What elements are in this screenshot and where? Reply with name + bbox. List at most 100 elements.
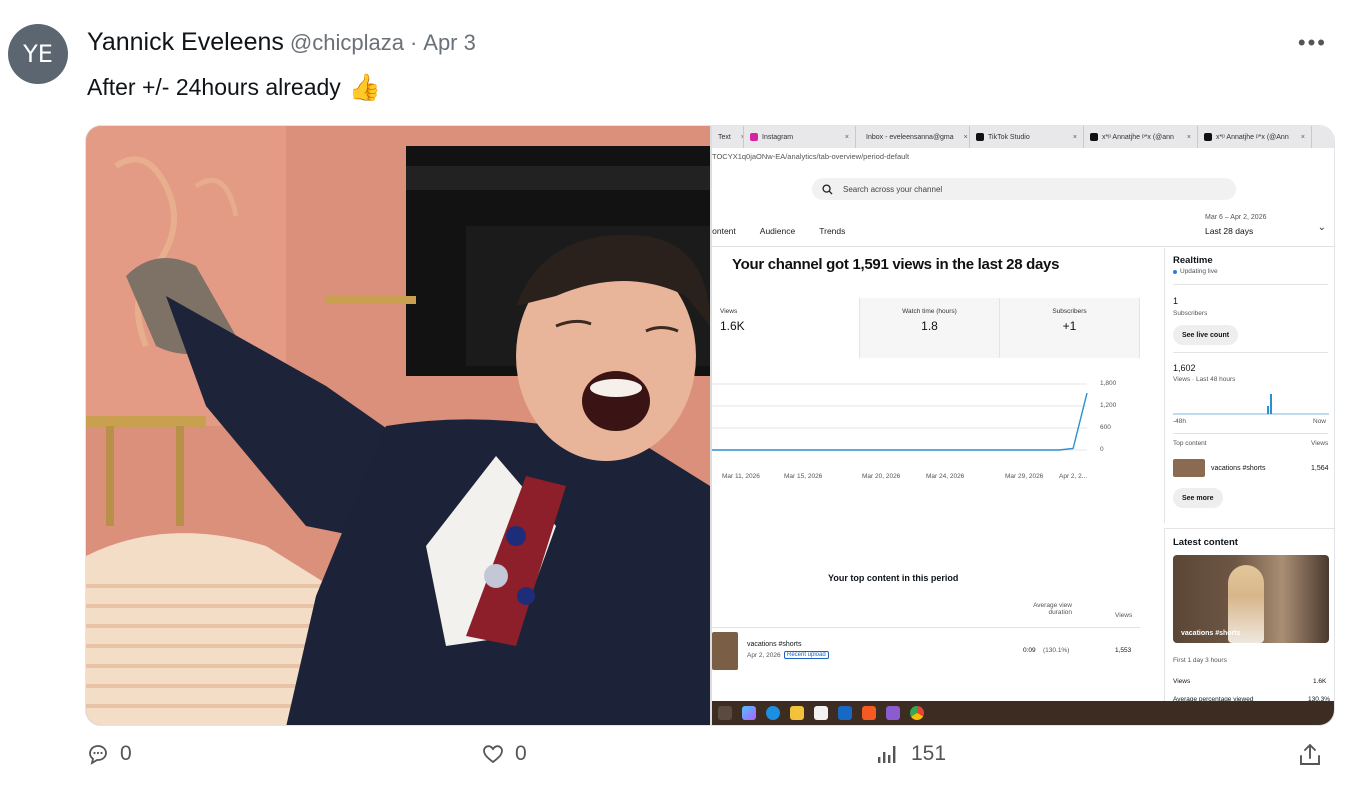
column-views[interactable]: Views <box>1115 612 1132 619</box>
laughing-man-illustration <box>86 126 710 725</box>
heart-icon <box>483 745 503 764</box>
metric-subscribers[interactable]: Subscribers +1 <box>1000 298 1140 358</box>
post-date[interactable]: Apr 3 <box>423 30 476 56</box>
browser-tab[interactable]: TikTok Studio × <box>970 126 1084 148</box>
video-thumbnail[interactable] <box>1173 459 1205 477</box>
close-icon[interactable]: × <box>1295 134 1305 141</box>
realtime-views-label: Views · Last 48 hours <box>1173 376 1236 383</box>
edge-icon[interactable] <box>766 706 780 720</box>
realtime-axis-end: Now <box>1313 418 1327 425</box>
copilot-icon[interactable] <box>742 706 756 720</box>
top-content-section-title: Your top content in this period <box>828 573 959 583</box>
close-icon[interactable]: × <box>839 134 849 141</box>
tab-label: x*ᵖ Annatjhe ᵖ*x (@Ann <box>1216 133 1289 141</box>
search-icon <box>822 183 833 195</box>
tab-label: TikTok Studio <box>988 133 1030 141</box>
file-explorer-icon[interactable] <box>790 706 804 720</box>
address-bar[interactable]: TOCYX1q0jaONw-EA/analytics/tab-overview/… <box>712 152 909 161</box>
divider <box>1173 352 1328 353</box>
tab-audience[interactable]: Audience <box>760 226 795 236</box>
metric-value: +1 <box>1062 319 1077 333</box>
metric-label: Subscribers <box>1052 308 1087 315</box>
live-dot-icon <box>1173 269 1177 274</box>
browser-tab[interactable]: Text × <box>712 126 744 148</box>
views-series-line <box>712 392 1088 451</box>
realtime-axis-start: -48h <box>1173 418 1187 425</box>
tab-label: Instagram <box>762 133 794 141</box>
divider <box>1173 284 1328 285</box>
realtime-bar-chart <box>1173 394 1329 415</box>
y-tick-label: 1,200 <box>1100 402 1117 409</box>
close-icon[interactable]: × <box>1181 134 1191 141</box>
views-line-chart <box>712 383 1088 451</box>
close-icon[interactable]: × <box>1067 134 1077 141</box>
latest-views-label: Views <box>1173 678 1191 685</box>
browser-tab[interactable]: Instagram × <box>744 126 856 148</box>
x-tick-label: Mar 11, 2026 <box>722 473 760 480</box>
close-icon[interactable]: × <box>958 134 968 141</box>
see-live-count-button[interactable]: See live count <box>1173 325 1239 345</box>
tab-content[interactable]: Content <box>712 226 736 236</box>
date-range-picker[interactable]: Last 28 days <box>1205 226 1253 236</box>
chevron-down-icon[interactable]: ⌄ <box>1318 222 1326 233</box>
store-icon[interactable] <box>814 706 828 720</box>
latest-views-value: 1.6K <box>1313 678 1327 685</box>
reply-count: 0 <box>120 742 132 765</box>
analytics-icon <box>878 746 896 763</box>
metric-views[interactable]: Views 1.6K <box>712 298 860 358</box>
avatar[interactable]: YE <box>8 24 68 84</box>
reply-button[interactable]: 0 <box>86 742 132 766</box>
chrome-icon[interactable] <box>910 706 924 720</box>
top-content-views: 1,564 <box>1311 465 1329 472</box>
x-tick-label: Mar 24, 2026 <box>926 473 965 480</box>
tab-label: x*ᵖ Annatjhe ᵖ*x (@ann <box>1102 133 1174 141</box>
metric-label: Views <box>720 308 738 315</box>
laughing-man-gif[interactable] <box>86 126 710 725</box>
media-attachment[interactable]: Text × Instagram × Inbox - eveleensanna@gm… <box>85 125 1335 726</box>
recent-upload-badge: Recent upload <box>784 651 829 659</box>
task-view-icon[interactable] <box>718 706 732 720</box>
column-avg-duration[interactable]: Average view duration <box>1032 602 1072 616</box>
latest-video-thumbnail[interactable]: vacations #shorts <box>1173 555 1329 643</box>
author-handle[interactable]: @chicplaza <box>290 30 404 56</box>
divider <box>1173 433 1328 434</box>
see-more-button[interactable]: See more <box>1173 488 1223 508</box>
tab-label: Inbox - eveleensanna@gma <box>866 133 954 141</box>
metric-watch-time[interactable]: Watch time (hours) 1.8 <box>860 298 1000 358</box>
brave-icon[interactable] <box>862 706 876 720</box>
video-thumbnail[interactable] <box>712 632 738 670</box>
top-content-views-label: Views <box>1311 440 1329 447</box>
close-icon[interactable]: × <box>735 134 743 141</box>
browser-tab[interactable]: x*ᵖ Annatjhe ᵖ*x (@Ann × <box>1198 126 1312 148</box>
analytics-headline: Your channel got 1,591 views in the last… <box>732 256 1060 273</box>
author-name[interactable]: Yannick Eveleens <box>87 28 284 57</box>
x-tick-label: Apr 2, 2... <box>1059 473 1088 480</box>
like-button[interactable]: 0 <box>481 742 527 766</box>
metric-value: 1.6K <box>720 319 745 333</box>
realtime-panel <box>1164 248 1334 523</box>
outlook-icon[interactable] <box>838 706 852 720</box>
tab-label: Text <box>718 133 731 141</box>
search-placeholder: Search across your channel <box>843 184 943 194</box>
realtime-subs-value: 1 <box>1173 296 1179 306</box>
row-video-title[interactable]: vacations #shorts <box>747 641 801 648</box>
browser-tabs: Text × Instagram × Inbox - eveleensanna@gm… <box>712 126 1334 148</box>
views-button[interactable]: 151 <box>875 742 946 766</box>
separator: · <box>409 30 418 55</box>
row-video-date: Apr 2, 2026 <box>747 652 781 659</box>
channel-search-input[interactable]: Search across your channel <box>812 178 1236 200</box>
app-icon[interactable] <box>886 706 900 720</box>
realtime-subs-label: Subscribers <box>1173 310 1208 317</box>
tweet-text-body: After +/- 24hours already <box>87 74 341 100</box>
divider <box>712 246 1334 247</box>
tab-trends[interactable]: Trends <box>819 226 845 236</box>
more-options-icon[interactable]: ••• <box>1298 30 1327 56</box>
browser-tab[interactable]: x*ᵖ Annatjhe ᵖ*x (@ann × <box>1084 126 1198 148</box>
like-count: 0 <box>515 742 527 765</box>
row-views: 1,553 <box>1115 647 1132 654</box>
share-button[interactable] <box>1297 742 1323 768</box>
top-content-title[interactable]: vacations #shorts <box>1211 465 1265 472</box>
browser-tab[interactable]: Inbox - eveleensanna@gma × <box>856 126 970 148</box>
windows-taskbar <box>712 701 1334 725</box>
view-count: 151 <box>911 742 947 765</box>
